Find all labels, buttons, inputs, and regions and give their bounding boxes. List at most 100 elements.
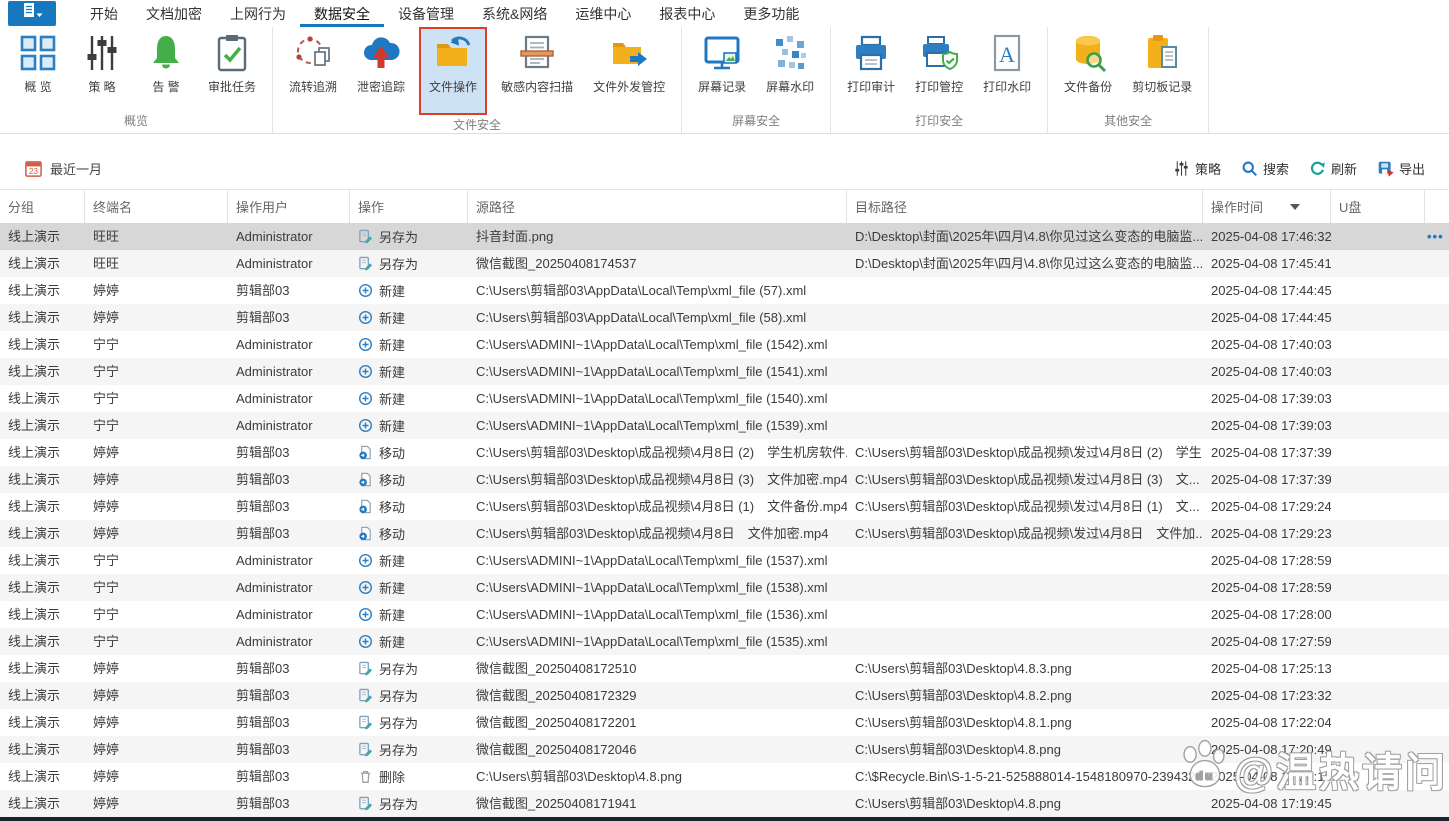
column-header-1[interactable]: 终端名 <box>85 190 228 223</box>
cell-user: 剪辑部03 <box>236 499 290 514</box>
new-icon <box>358 391 373 406</box>
table-row[interactable]: 线上演示 婷婷 剪辑部03 移动 C:\Users\剪辑部03\Desktop\成品视频… <box>0 520 1449 547</box>
column-header-0[interactable]: 分组 <box>0 190 85 223</box>
policy-sliders-icon <box>1173 160 1190 177</box>
table-row[interactable]: 线上演示 婷婷 剪辑部03 另存为 微信截图_20250408172510 C:\User… <box>0 655 1449 682</box>
cell-user: 剪辑部03 <box>236 445 290 460</box>
ribbon-item-leak-track[interactable]: 泄密追踪 <box>353 31 409 105</box>
operation-label: 另存为 <box>379 743 419 758</box>
cell-usb <box>1331 412 1425 439</box>
ribbon-item-print-audit[interactable]: 打印审计 <box>843 31 899 105</box>
new-icon <box>358 418 373 433</box>
table-row[interactable]: 线上演示 旺旺 Administrator 另存为 微信截图_2025040817453… <box>0 250 1449 277</box>
filter-action-export[interactable]: 导出 <box>1377 159 1425 178</box>
ribbon-item-overview-grid[interactable]: 概 览 <box>12 31 64 105</box>
operation-label: 移动 <box>379 446 406 461</box>
cell-time: 2025-04-08 17:39:03 <box>1211 418 1331 433</box>
menu-tab-0[interactable]: 开始 <box>76 0 132 27</box>
row-actions-button[interactable]: ••• <box>1425 223 1449 250</box>
table-row[interactable]: 线上演示 婷婷 剪辑部03 移动 C:\Users\剪辑部03\Desktop\成品视频… <box>0 493 1449 520</box>
menu-tab-5[interactable]: 系统&网络 <box>468 0 561 27</box>
column-header-label: 操作 <box>358 200 385 215</box>
filter-action-policy[interactable]: 策略 <box>1173 159 1221 178</box>
cell-usb <box>1331 655 1425 682</box>
cell-target-path <box>847 412 1203 439</box>
ribbon-item-screen-record[interactable]: 屏幕记录 <box>694 31 750 105</box>
table-row[interactable]: 线上演示 婷婷 剪辑部03 另存为 微信截图_20250408172046 C:\User… <box>0 736 1449 763</box>
ribbon-item-content-scan[interactable]: 敏感内容扫描 <box>497 31 577 105</box>
ribbon-item-policy-sliders[interactable]: 策 略 <box>76 31 128 105</box>
column-header-6[interactable]: 操作时间 <box>1203 190 1331 223</box>
date-range-filter[interactable]: 23 最近一月 <box>24 159 102 178</box>
table-row[interactable]: 线上演示 宁宁 Administrator 新建 C:\Users\ADMINI~1\A… <box>0 601 1449 628</box>
table-row[interactable]: 线上演示 婷婷 剪辑部03 新建 C:\Users\剪辑部03\AppData\Loca… <box>0 304 1449 331</box>
table-row[interactable]: 线上演示 旺旺 Administrator 另存为 抖音封面.png D:\Desktop… <box>0 223 1449 250</box>
ribbon-item-file-outgoing[interactable]: 文件外发管控 <box>589 31 669 105</box>
ribbon-item-label: 流转追溯 <box>289 80 338 94</box>
ribbon-group: 流转追溯 泄密追踪 文件操作 敏感内容扫描 文件外发管控 文件安全 <box>273 27 683 133</box>
menu-tab-8[interactable]: 更多功能 <box>729 0 813 27</box>
table-row[interactable]: 线上演示 宁宁 Administrator 新建 C:\Users\ADMINI~1\A… <box>0 358 1449 385</box>
table-row[interactable]: 线上演示 宁宁 Administrator 新建 C:\Users\ADMINI~1\A… <box>0 331 1449 358</box>
ribbon-item-screen-watermark[interactable]: 屏幕水印 <box>762 31 818 105</box>
table-row[interactable]: 线上演示 宁宁 Administrator 新建 C:\Users\ADMINI~1\A… <box>0 547 1449 574</box>
column-header-2[interactable]: 操作用户 <box>228 190 350 223</box>
operation-label: 新建 <box>379 365 406 380</box>
cell-actions <box>1425 304 1449 331</box>
menu-tab-6[interactable]: 运维中心 <box>561 0 645 27</box>
menu-tab-2[interactable]: 上网行为 <box>216 0 300 27</box>
ribbon-item-alert-bell[interactable]: 告 警 <box>140 31 192 105</box>
cell-source-path: 微信截图_20250408172510 <box>476 661 637 676</box>
ribbon-items: 概 览 策 略 告 警 审批任务 <box>12 31 260 105</box>
menu-tab-1[interactable]: 文档加密 <box>132 0 216 27</box>
table-row[interactable]: 线上演示 婷婷 剪辑部03 另存为 微信截图_20250408172329 C:\User… <box>0 682 1449 709</box>
filter-action-refresh[interactable]: 刷新 <box>1309 159 1357 178</box>
cell-operation: 新建 <box>350 277 468 304</box>
table-row[interactable]: 线上演示 宁宁 Administrator 新建 C:\Users\ADMINI~1\A… <box>0 385 1449 412</box>
table-row[interactable]: 线上演示 婷婷 剪辑部03 删除 C:\Users\剪辑部03\Desktop\4.8.… <box>0 763 1449 790</box>
table-row[interactable]: 线上演示 宁宁 Administrator 新建 C:\Users\ADMINI~1\A… <box>0 628 1449 655</box>
ribbon-item-flow-trace[interactable]: 流转追溯 <box>285 31 341 105</box>
column-header-8[interactable] <box>1425 190 1449 223</box>
cell-source-path: C:\Users\ADMINI~1\AppData\Local\Temp\xml… <box>476 634 828 649</box>
table-row[interactable]: 线上演示 婷婷 剪辑部03 另存为 微信截图_20250408171941 C:\User… <box>0 790 1449 817</box>
save-as-icon <box>358 796 373 811</box>
column-header-5[interactable]: 目标路径 <box>847 190 1203 223</box>
cell-user: 剪辑部03 <box>236 715 290 730</box>
approval-tasks-icon <box>212 33 252 73</box>
cell-source-path: C:\Users\ADMINI~1\AppData\Local\Temp\xml… <box>476 337 828 352</box>
cell-actions <box>1425 520 1449 547</box>
app-menu-button[interactable] <box>8 1 56 26</box>
cell-terminal: 婷婷 <box>93 526 120 541</box>
column-header-4[interactable]: 源路径 <box>468 190 847 223</box>
ribbon-item-approval-tasks[interactable]: 审批任务 <box>204 31 260 105</box>
table-row[interactable]: 线上演示 婷婷 剪辑部03 新建 C:\Users\剪辑部03\AppData\Loca… <box>0 277 1449 304</box>
cell-actions <box>1425 709 1449 736</box>
column-header-label: 源路径 <box>476 200 516 215</box>
ribbon-item-print-control[interactable]: 打印管控 <box>911 31 967 105</box>
ribbon-item-print-watermark[interactable]: A 打印水印 <box>979 31 1035 105</box>
column-header-3[interactable]: 操作 <box>350 190 468 223</box>
cell-usb <box>1331 574 1425 601</box>
table-row[interactable]: 线上演示 宁宁 Administrator 新建 C:\Users\ADMINI~1\A… <box>0 574 1449 601</box>
column-header-7[interactable]: U盘 <box>1331 190 1425 223</box>
ribbon-group-label: 屏幕安全 <box>732 114 781 128</box>
cell-target-path <box>847 385 1203 412</box>
table-row[interactable]: 线上演示 婷婷 剪辑部03 另存为 微信截图_20250408172201 C:\User… <box>0 709 1449 736</box>
flow-trace-icon <box>293 33 333 73</box>
menu-tab-7[interactable]: 报表中心 <box>645 0 729 27</box>
ribbon-item-clipboard-record[interactable]: 剪切板记录 <box>1128 31 1196 105</box>
ribbon-item-file-operations[interactable]: 文件操作 <box>419 27 488 115</box>
filter-action-search[interactable]: 搜索 <box>1241 159 1289 178</box>
table-row[interactable]: 线上演示 婷婷 剪辑部03 移动 C:\Users\剪辑部03\Desktop\成品视频… <box>0 439 1449 466</box>
menu-tab-3[interactable]: 数据安全 <box>300 0 384 27</box>
sort-desc-icon[interactable] <box>1290 203 1300 210</box>
table-row[interactable]: 线上演示 婷婷 剪辑部03 移动 C:\Users\剪辑部03\Desktop\成品视频… <box>0 466 1449 493</box>
table-row[interactable]: 线上演示 宁宁 Administrator 新建 C:\Users\ADMINI~1\A… <box>0 412 1449 439</box>
cell-time: 2025-04-08 17:27:59 <box>1211 634 1331 649</box>
cell-usb <box>1331 304 1425 331</box>
cell-source-path: C:\Users\剪辑部03\AppData\Local\Temp\xml_fi… <box>476 283 807 298</box>
menu-tab-4[interactable]: 设备管理 <box>384 0 468 27</box>
ribbon-item-file-backup[interactable]: 文件备份 <box>1060 31 1116 105</box>
save-as-icon <box>358 688 373 703</box>
